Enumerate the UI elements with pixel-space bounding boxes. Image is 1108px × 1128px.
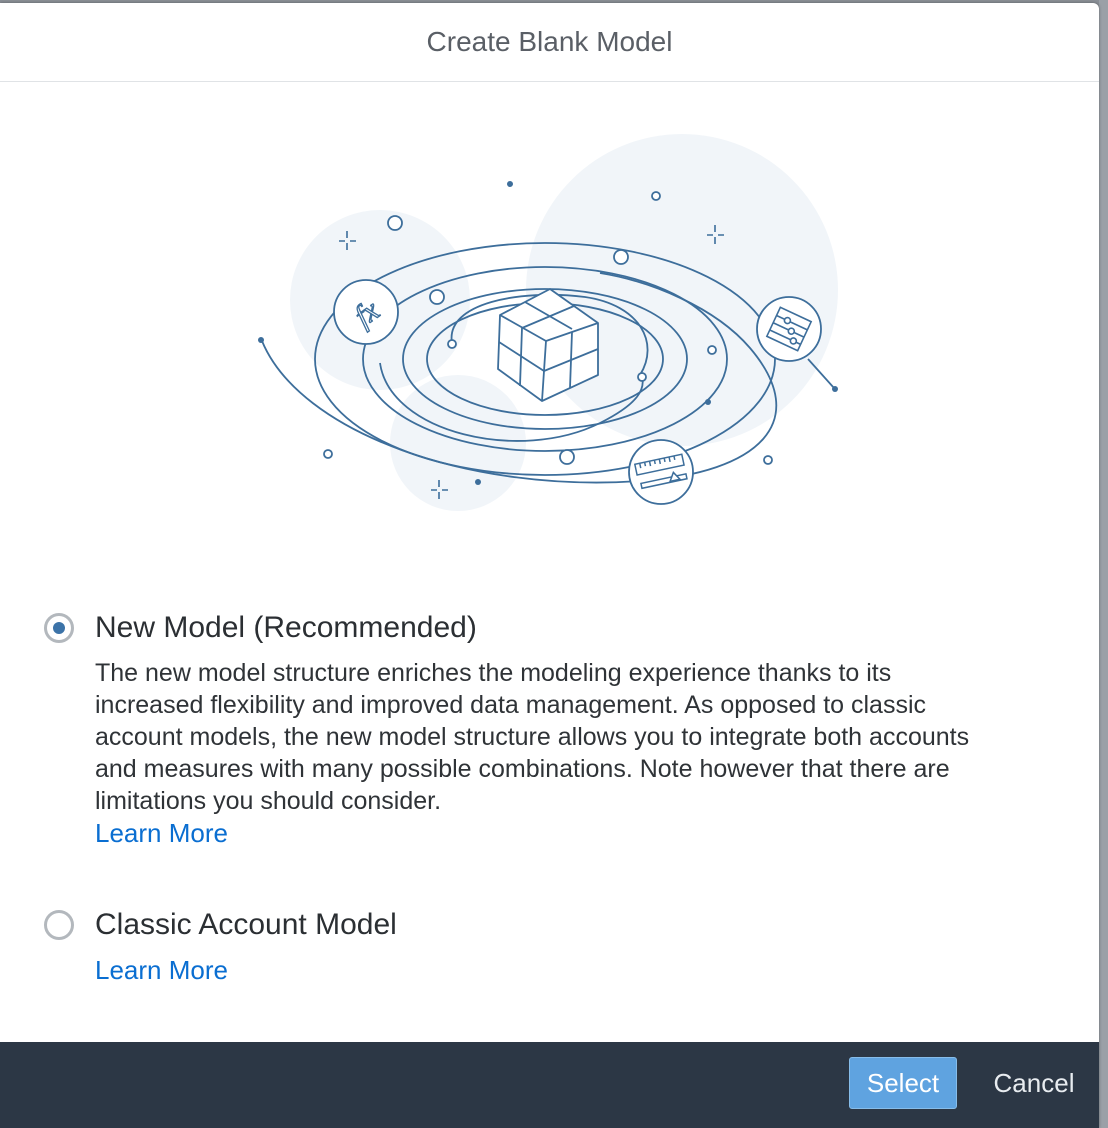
option-new-model: New Model (Recommended) The new model st… <box>44 611 1000 849</box>
option-classic-account-model: Classic Account Model Learn More <box>44 908 397 986</box>
radio-classic-account-model[interactable] <box>44 910 74 940</box>
bg-circle-bottom <box>390 375 526 511</box>
option-classic-account-model-label[interactable]: Classic Account Model <box>95 908 397 942</box>
select-button[interactable]: Select <box>849 1057 957 1109</box>
abacus-icon <box>756 296 822 362</box>
dialog-title: Create Blank Model <box>426 26 673 57</box>
dialog-footer: Select Cancel <box>0 1042 1099 1128</box>
galaxy-model-illustration: fx <box>258 134 838 511</box>
background-edge <box>1099 0 1108 1128</box>
create-blank-model-dialog: Create Blank Model fx New Model (Recomme… <box>0 3 1099 1128</box>
ruler-slider-icon <box>628 439 694 505</box>
radio-new-model[interactable] <box>44 613 74 643</box>
learn-more-link-new-model[interactable]: Learn More <box>95 817 1000 849</box>
dialog-header: Create Blank Model <box>0 3 1099 82</box>
option-new-model-description: The new model structure enriches the mod… <box>95 659 970 815</box>
fx-formula-icon: fx <box>333 279 399 345</box>
cancel-button[interactable]: Cancel <box>975 1057 1093 1109</box>
learn-more-link-classic[interactable]: Learn More <box>95 954 397 986</box>
option-new-model-label[interactable]: New Model (Recommended) <box>95 611 477 645</box>
